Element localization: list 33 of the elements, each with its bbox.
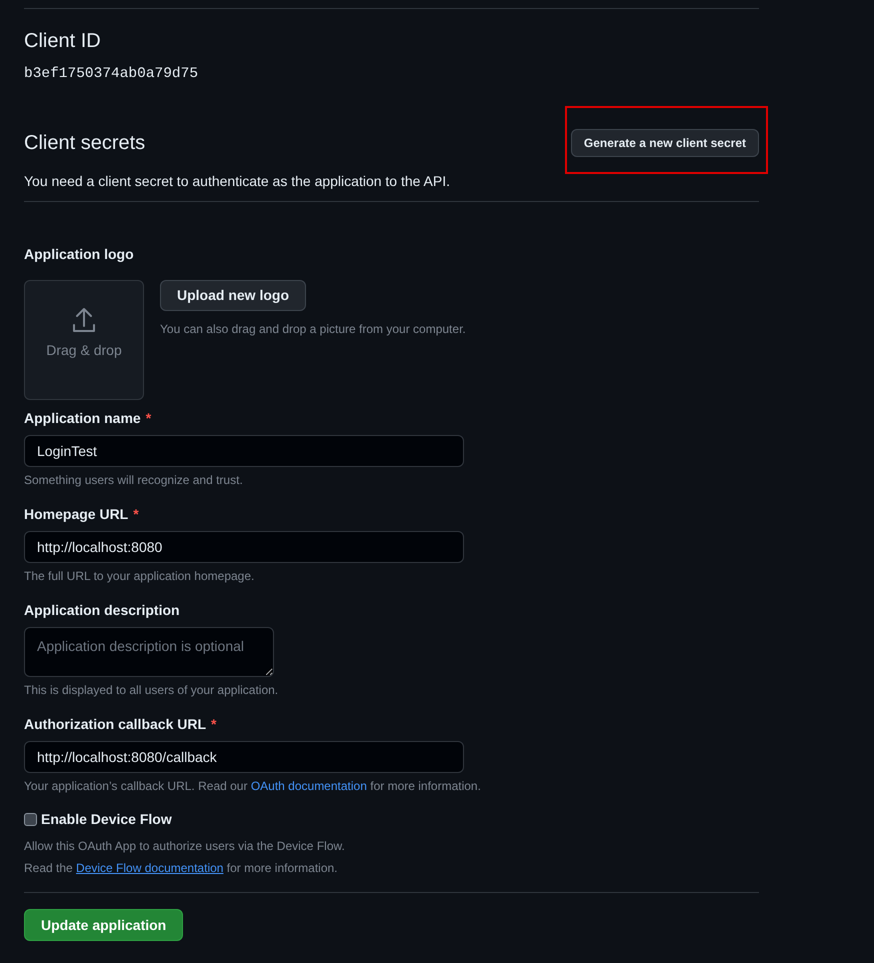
documentation-link[interactable]: OAuth documentation xyxy=(250,779,367,793)
checkbox[interactable] xyxy=(24,813,37,826)
field-label: Application description xyxy=(24,601,180,620)
dropzone-text: Drag & drop xyxy=(46,341,122,360)
section-heading: Client ID xyxy=(24,29,102,54)
client-id-value: b3ef1750374ab0a79d75 xyxy=(24,65,200,84)
helper-text: Your application’s callback URL. Read our OAuth documentation for more information. xyxy=(24,778,482,795)
section-description: You need a client secret to authenticate as the application to the API. xyxy=(24,171,759,202)
required-mark: * xyxy=(146,409,152,428)
field-label: Authorization callback URL xyxy=(24,715,206,734)
helper-text: Read the Device Flow documentation for more information. xyxy=(24,859,759,893)
field-label: Application name xyxy=(24,409,141,428)
field-label: Homepage URL xyxy=(24,505,128,524)
upload-icon xyxy=(72,307,96,334)
upload-logo-button[interactable]: Upload new logo xyxy=(160,280,306,311)
generate-secret-button[interactable]: Generate a new client secret xyxy=(570,129,759,157)
required-mark: * xyxy=(211,715,216,734)
update-application-button[interactable]: Update application xyxy=(24,909,184,941)
field-label: Application logo xyxy=(24,245,135,264)
helper-text: Allow this OAuth App to authorize users via the Device Flow. xyxy=(24,838,346,855)
text-input[interactable]: LoginTest xyxy=(24,435,464,467)
description-textarea[interactable]: Application description is optional xyxy=(24,627,274,677)
text-input[interactable]: http://localhost:8080 xyxy=(24,531,464,563)
helper-text: The full URL to your application homepage. xyxy=(24,568,256,585)
logo-dropzone[interactable]: Drag & drop xyxy=(24,280,144,400)
helper-text: This is displayed to all users of your application. xyxy=(24,682,280,699)
text-input[interactable]: http://localhost:8080/callback xyxy=(24,741,464,773)
documentation-link[interactable]: Device Flow documentation xyxy=(76,861,224,875)
checkbox-label: Enable Device Flow xyxy=(41,810,172,829)
helper-text: You can also drag and drop a picture from your computer. xyxy=(160,321,466,338)
section-heading: Client secrets xyxy=(24,131,146,156)
helper-text: Something users will recognize and trust. xyxy=(24,472,244,489)
required-mark: * xyxy=(133,505,139,524)
